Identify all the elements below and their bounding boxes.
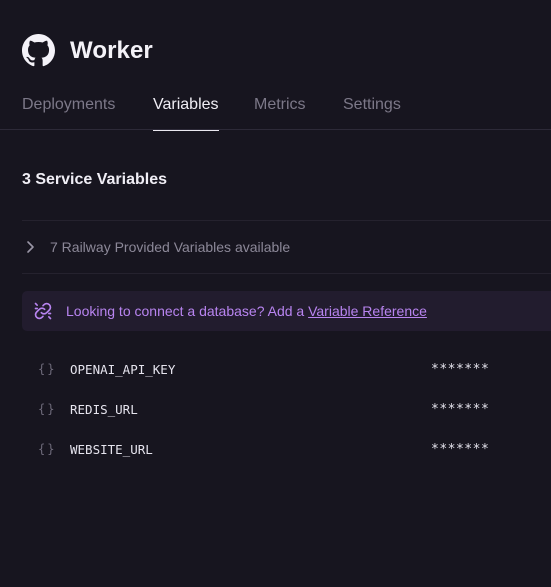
link-icon	[34, 302, 52, 320]
banner-text: Looking to connect a database? Add a Var…	[66, 303, 427, 319]
service-title: Worker	[70, 36, 153, 64]
railway-provided-variables-toggle[interactable]: 7 Railway Provided Variables available	[22, 236, 290, 258]
provided-variables-label: 7 Railway Provided Variables available	[50, 239, 291, 255]
service-header: Worker	[22, 34, 153, 67]
variable-value-masked[interactable]: *******	[431, 442, 489, 457]
divider	[22, 273, 551, 274]
banner-message: Looking to connect a database? Add a	[66, 303, 309, 319]
variable-name: OPENAI_API_KEY	[70, 361, 176, 377]
variable-value-masked[interactable]: *******	[431, 362, 489, 377]
tab-bar: Deployments Variables Metrics Settings	[0, 82, 551, 131]
variable-reference-link[interactable]: Variable Reference	[308, 303, 427, 319]
tab-variables[interactable]: Variables	[153, 96, 219, 131]
chevron-right-icon	[27, 241, 34, 253]
variable-row[interactable]: {} WEBSITE_URL *******	[22, 433, 551, 465]
divider	[22, 220, 551, 221]
variable-row[interactable]: {} REDIS_URL *******	[22, 393, 551, 425]
variable-braces-icon: {}	[38, 442, 57, 456]
variable-row[interactable]: {} OPENAI_API_KEY *******	[22, 353, 551, 385]
tab-deployments[interactable]: Deployments	[22, 96, 115, 130]
variable-value-masked[interactable]: *******	[431, 402, 489, 417]
database-reference-banner: Looking to connect a database? Add a Var…	[22, 291, 551, 331]
variable-name: REDIS_URL	[70, 401, 138, 417]
variable-braces-icon: {}	[38, 402, 57, 416]
github-icon	[22, 34, 55, 67]
tab-metrics[interactable]: Metrics	[254, 96, 306, 130]
section-title: 3 Service Variables	[22, 171, 167, 188]
tab-settings[interactable]: Settings	[343, 96, 401, 130]
variable-name: WEBSITE_URL	[70, 441, 153, 457]
variable-braces-icon: {}	[38, 362, 57, 376]
